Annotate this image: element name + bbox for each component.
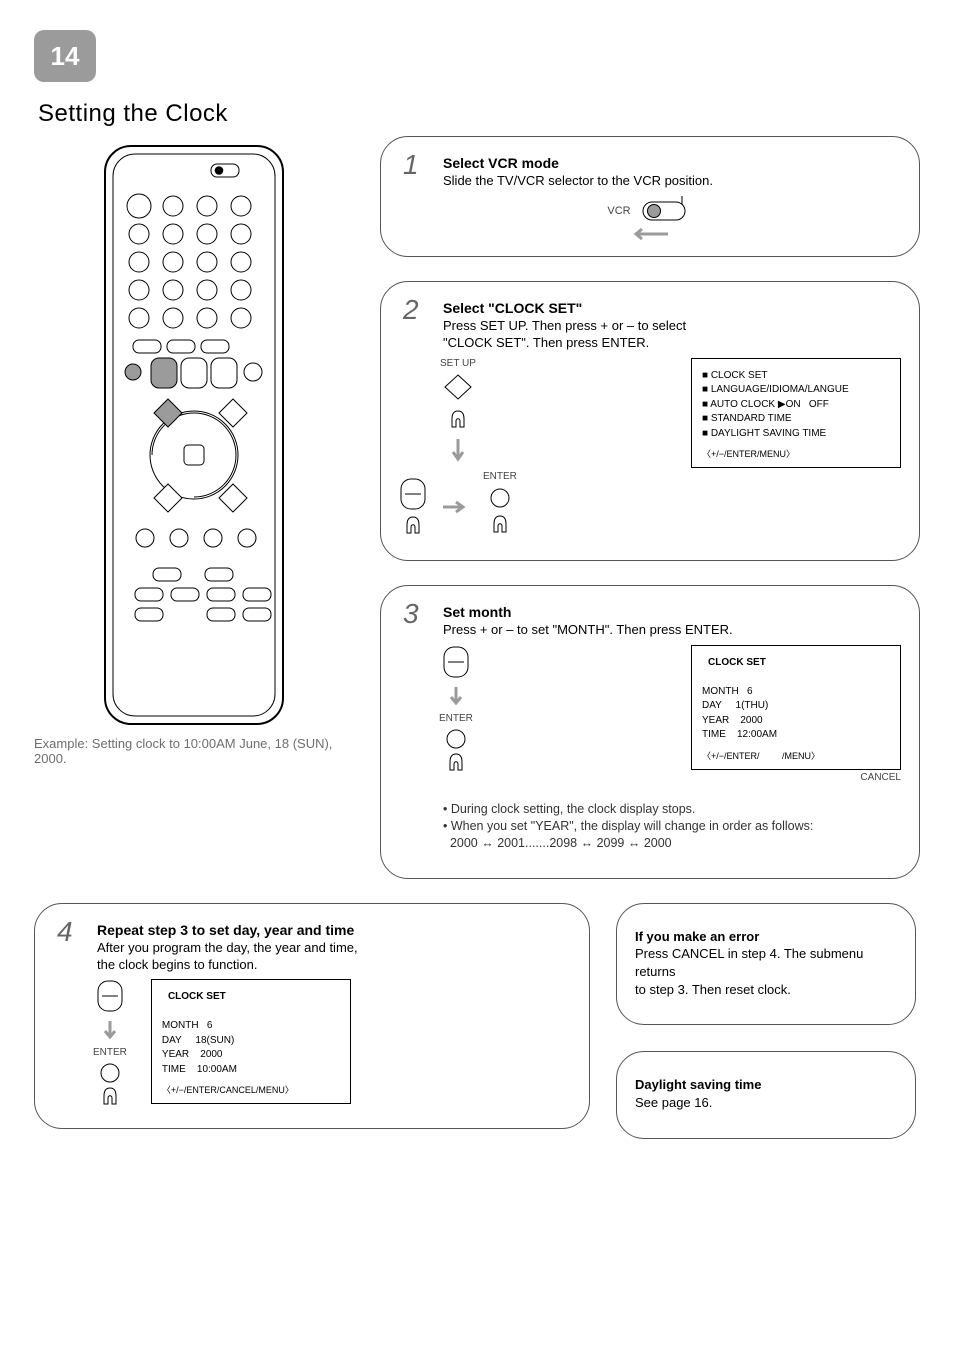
note-text: Press CANCEL in step 4. The submenu retu… xyxy=(635,946,863,996)
step-heading: Repeat step 3 to set day, year and time xyxy=(97,922,571,938)
step-text: After you program the day, the year and … xyxy=(97,940,567,974)
step-number: 1 xyxy=(403,149,419,181)
step-heading: Set month xyxy=(443,604,901,620)
arrow-right-icon xyxy=(441,500,469,514)
setup-button-icon xyxy=(441,373,475,431)
step3-notes: • During clock setting, the clock displa… xyxy=(443,791,897,862)
step-2: 2 Select "CLOCK SET" Press SET UP. Then … xyxy=(380,281,920,561)
arrow-down-icon xyxy=(103,1019,117,1043)
step-heading: Select VCR mode xyxy=(443,155,901,171)
arrow-down-icon xyxy=(449,685,463,709)
enter-label: ENTER xyxy=(483,471,517,482)
step-text: Slide the TV/VCR selector to the VCR pos… xyxy=(443,173,897,190)
step-text: Press SET UP. Then press + or – to selec… xyxy=(443,318,897,352)
note-error: If you make an error Press CANCEL in ste… xyxy=(616,903,916,1026)
note-daylight: Daylight saving time See page 16. xyxy=(616,1051,916,1138)
enter-button-icon xyxy=(443,728,469,778)
osd-screen: CLOCK SET MONTH 6 DAY 1(THU) YEAR 2000 T… xyxy=(691,645,901,770)
plusminus-button-icon xyxy=(96,979,124,1015)
enter-label: ENTER xyxy=(439,713,473,724)
arrow-down-icon xyxy=(451,437,465,465)
note-heading: If you make an error xyxy=(635,929,759,944)
plusminus-button-icon xyxy=(442,645,470,681)
note-heading: Daylight saving time xyxy=(635,1077,761,1092)
page-title: Setting the Clock xyxy=(38,100,920,128)
step-heading: Select "CLOCK SET" xyxy=(443,300,901,316)
enter-button-icon xyxy=(487,486,513,544)
step-number: 2 xyxy=(403,294,419,326)
step-number: 4 xyxy=(57,916,73,948)
setup-label: SET UP xyxy=(440,358,476,369)
osd-screen: CLOCK SET MONTH 6 DAY 18(SUN) YEAR 2000 … xyxy=(151,979,351,1104)
step-4: 4 Repeat step 3 to set day, year and tim… xyxy=(34,903,590,1130)
step-number: 3 xyxy=(403,598,419,630)
osd-screen: ■ CLOCK SET ■ LANGUAGE/IDIOMA/LANGUE ■ A… xyxy=(691,358,901,469)
switch-label: VCR xyxy=(607,205,630,217)
enter-button-icon xyxy=(97,1062,123,1112)
step-1: 1 Select VCR mode Slide the TV/VCR selec… xyxy=(380,136,920,257)
step-text: Press + or – to set "MONTH". Then press … xyxy=(443,622,897,639)
remote-illustration xyxy=(99,140,289,730)
note-text: See page 16. xyxy=(635,1095,712,1110)
arrow-icon xyxy=(620,228,680,240)
slide-switch-icon xyxy=(637,196,693,226)
example-caption: Example: Setting clock to 10:00AM June, … xyxy=(34,736,354,766)
step-3: 3 Set month Press + or – to set "MONTH".… xyxy=(380,585,920,879)
cancel-label: CANCEL xyxy=(691,772,901,783)
enter-label: ENTER xyxy=(93,1047,127,1058)
plusminus-button-icon xyxy=(399,477,427,537)
page-tab: 14 xyxy=(34,30,96,82)
